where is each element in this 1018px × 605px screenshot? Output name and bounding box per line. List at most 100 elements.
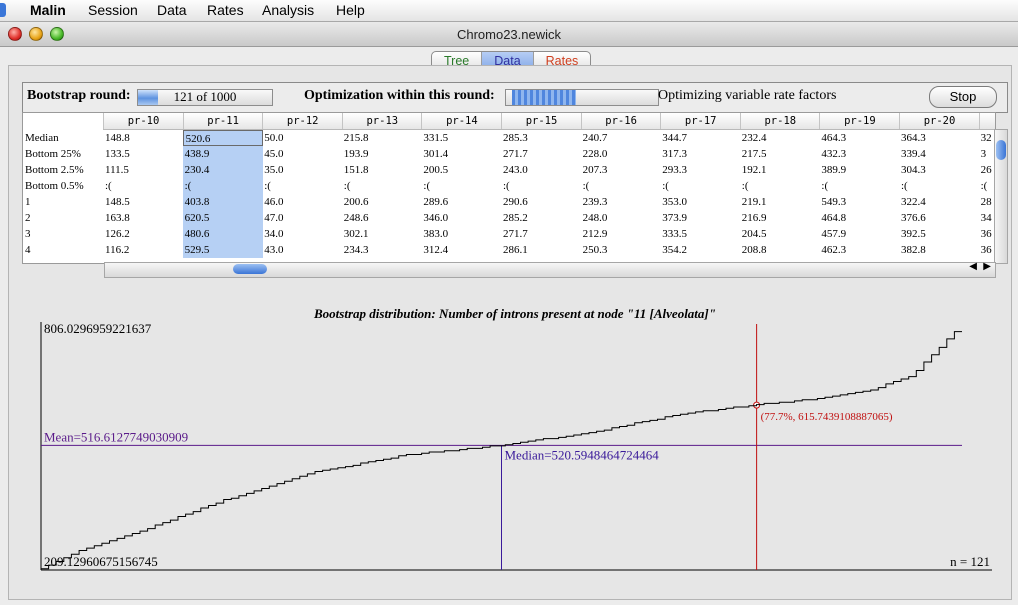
table-cell[interactable]: 285.2 [501,210,581,226]
table-cell[interactable]: 45.0 [262,146,342,162]
table-cell[interactable]: 35.0 [262,162,342,178]
table-cell[interactable]: 200.6 [342,194,422,210]
table-cell[interactable]: 192.1 [740,162,820,178]
table-cell[interactable]: 432.3 [819,146,899,162]
table-cell[interactable]: :( [262,178,342,194]
table-cell[interactable]: 383.0 [421,226,501,242]
table-cell[interactable]: 389.9 [819,162,899,178]
table-cell[interactable]: 286.1 [501,242,581,258]
table-cell[interactable]: 457.9 [819,226,899,242]
table-cell[interactable]: :( [740,178,820,194]
table-cell[interactable]: 248.0 [581,210,661,226]
table-cell[interactable]: 312.4 [421,242,501,258]
table-cell[interactable]: 339.4 [899,146,979,162]
table-cell[interactable]: 353.0 [660,194,740,210]
table-cell[interactable]: 462.3 [819,242,899,258]
menu-app[interactable]: Malin [30,2,66,18]
table-cell[interactable]: 293.3 [660,162,740,178]
column-header-pr-10[interactable]: pr-10 [103,113,183,129]
table-cell[interactable]: 271.7 [501,146,581,162]
table-cell[interactable]: 364.3 [899,130,979,146]
column-header-pr-20[interactable]: pr-20 [899,113,979,129]
table-cell[interactable]: 116.2 [103,242,183,258]
table-cell[interactable]: 200.5 [421,162,501,178]
vertical-scroll-thumb[interactable] [996,140,1006,160]
menu-rates[interactable]: Rates [207,2,244,18]
table-cell[interactable]: :( [819,178,899,194]
table-cell[interactable]: 285.3 [501,130,581,146]
table-cell[interactable]: 240.7 [581,130,661,146]
table-cell[interactable]: 322.4 [899,194,979,210]
column-header-pr-17[interactable]: pr-17 [660,113,740,129]
apple-menu-icon[interactable] [0,3,6,17]
table-cell[interactable]: :( [899,178,979,194]
table-cell[interactable]: 464.8 [819,210,899,226]
table-cell[interactable]: 47.0 [262,210,342,226]
table-cell[interactable]: :( [660,178,740,194]
table-cell[interactable]: 331.5 [421,130,501,146]
table-cell[interactable]: 46.0 [262,194,342,210]
table-cell[interactable]: 207.3 [581,162,661,178]
table-cell[interactable]: 151.8 [342,162,422,178]
table-cell[interactable]: 271.7 [501,226,581,242]
menu-help[interactable]: Help [336,2,365,18]
table-cell[interactable]: 403.8 [182,194,263,210]
table-cell[interactable]: 111.5 [103,162,183,178]
table-cell[interactable]: 304.3 [899,162,979,178]
table-cell[interactable]: 217.5 [740,146,820,162]
table-vertical-scrollbar[interactable] [994,129,1008,264]
column-header-pr-18[interactable]: pr-18 [739,113,820,129]
table-cell[interactable]: 212.9 [581,226,661,242]
table-cell[interactable]: 248.6 [342,210,422,226]
table-cell[interactable]: :( [421,178,501,194]
table-cell[interactable]: :( [501,178,581,194]
table-cell[interactable]: 219.1 [740,194,820,210]
table-cell[interactable]: 317.3 [660,146,740,162]
table-cell[interactable]: :( [182,178,263,194]
column-header-pr-12[interactable]: pr-12 [262,113,342,129]
table-cell[interactable]: 520.6 [182,130,263,146]
column-header-pr-16[interactable]: pr-16 [580,113,661,129]
table-cell[interactable]: 333.5 [660,226,740,242]
column-header-pr-11[interactable]: pr-11 [182,113,263,129]
column-header-pr-19[interactable]: pr-19 [819,113,899,129]
table-cell[interactable]: 376.6 [899,210,979,226]
table-cell[interactable]: 620.5 [182,210,263,226]
table-cell[interactable]: 302.1 [342,226,422,242]
table-cell[interactable]: 346.0 [421,210,501,226]
column-header-pr-15[interactable]: pr-15 [501,113,581,129]
menu-data[interactable]: Data [157,2,187,18]
table-horizontal-scrollbar[interactable]: ◀ ▶ [104,261,996,278]
table-cell[interactable]: 243.0 [501,162,581,178]
table-cell[interactable]: 234.3 [342,242,422,258]
table-cell[interactable]: 204.5 [740,226,820,242]
table-cell[interactable]: 34.0 [262,226,342,242]
table-cell[interactable]: 373.9 [660,210,740,226]
table-cell[interactable]: 464.3 [819,130,899,146]
table-cell[interactable]: 232.4 [740,130,820,146]
table-cell[interactable]: 354.2 [660,242,740,258]
table-cell[interactable]: 301.4 [421,146,501,162]
table-cell[interactable]: 43.0 [262,242,342,258]
table-cell[interactable]: 289.6 [421,194,501,210]
table-cell[interactable]: 480.6 [182,226,263,242]
table-cell[interactable]: 216.9 [740,210,820,226]
horizontal-scroll-thumb[interactable] [233,264,267,274]
menu-analysis[interactable]: Analysis [262,2,314,18]
scroll-right-arrow-icon[interactable]: ▶ [983,261,991,272]
table-cell[interactable]: 208.8 [740,242,820,258]
table-cell[interactable]: 193.9 [342,146,422,162]
table-cell[interactable]: 290.6 [501,194,581,210]
table-cell[interactable]: :( [342,178,422,194]
column-header-pr-14[interactable]: pr-14 [421,113,501,129]
menu-session[interactable]: Session [88,2,138,18]
table-cell[interactable]: 250.3 [581,242,661,258]
table-cell[interactable]: 382.8 [899,242,979,258]
table-cell[interactable]: 50.0 [262,130,342,146]
column-header-pr-13[interactable]: pr-13 [341,113,422,129]
table-cell[interactable]: 230.4 [182,162,263,178]
stop-button[interactable]: Stop [929,86,997,108]
scroll-left-arrow-icon[interactable]: ◀ [969,261,977,272]
table-cell[interactable]: 215.8 [342,130,422,146]
table-cell[interactable]: 163.8 [103,210,183,226]
